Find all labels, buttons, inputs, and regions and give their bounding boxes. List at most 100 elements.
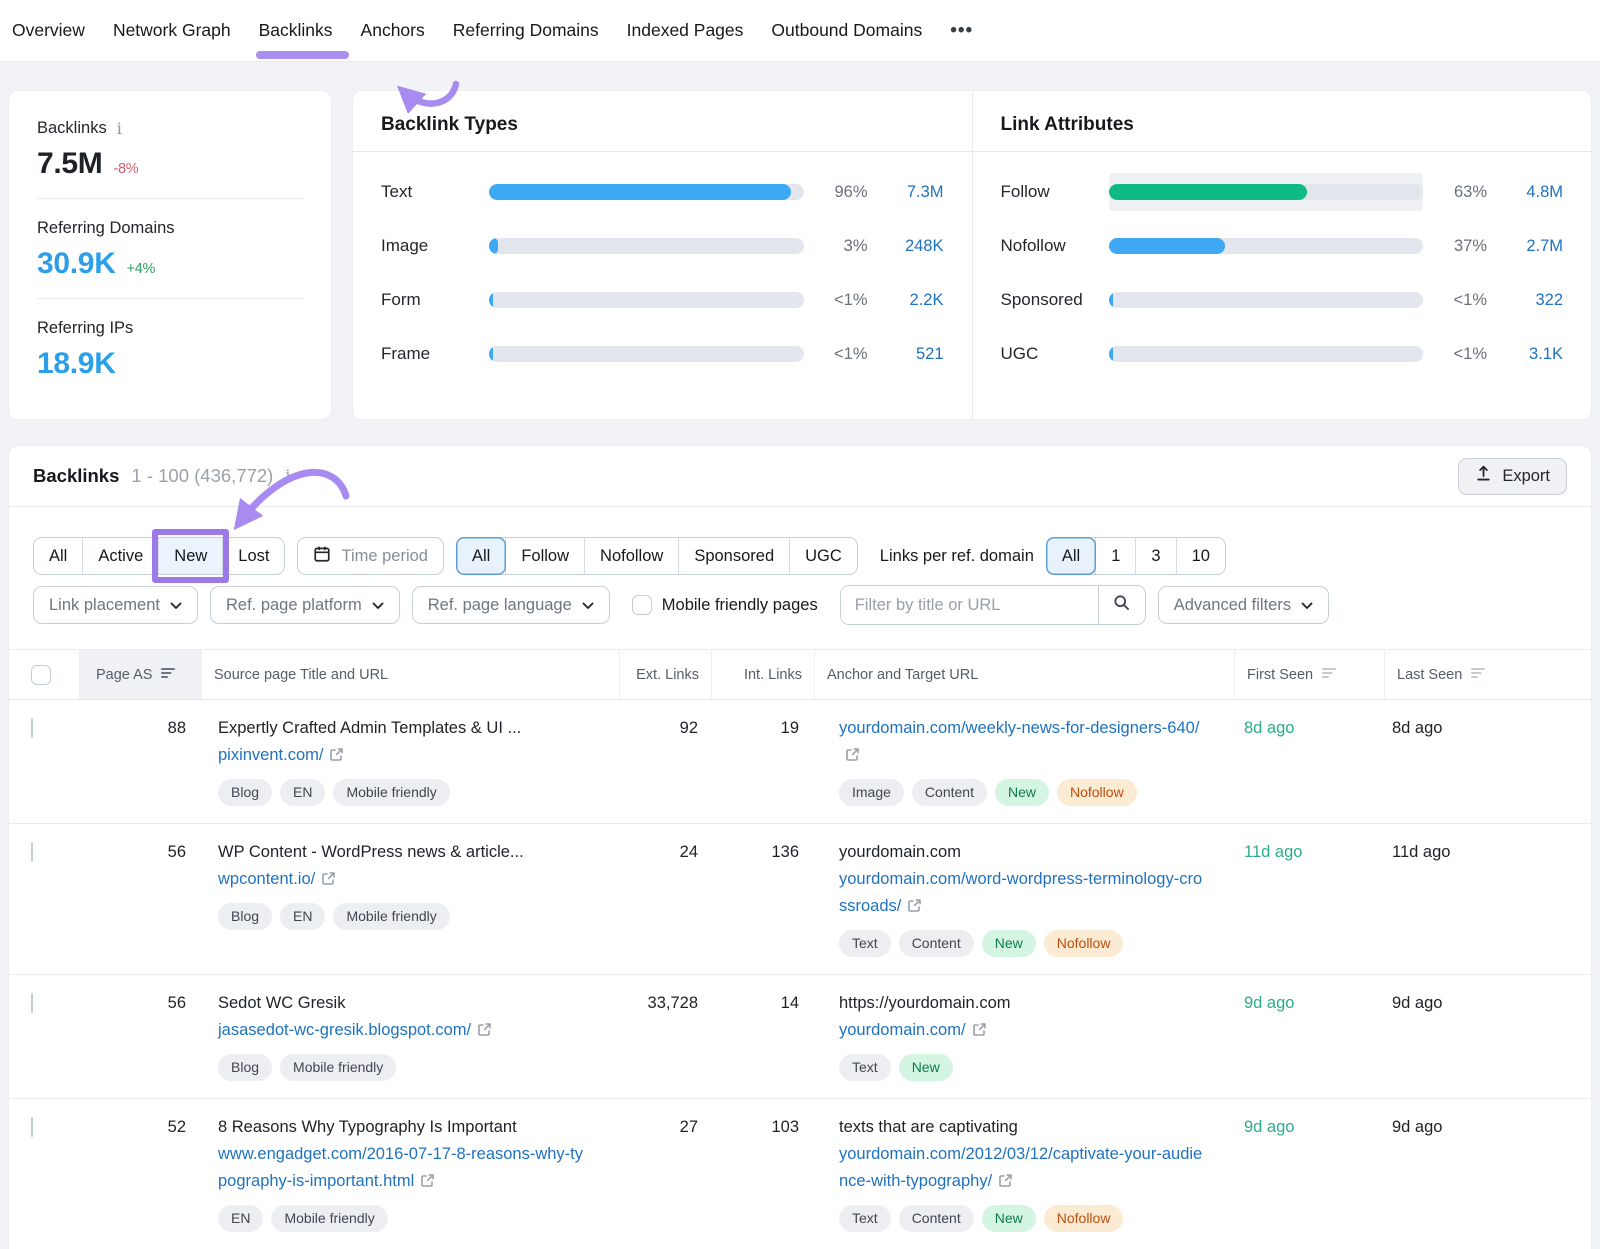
tag-nofollow: Nofollow <box>1044 1205 1124 1232</box>
filter-input[interactable] <box>841 586 1098 624</box>
bar-row-sponsored: Sponsored<1%322 <box>1001 273 1564 327</box>
filter-follow-sponsored[interactable]: Sponsored <box>678 538 789 574</box>
nav-tab-overview[interactable]: Overview <box>12 20 85 41</box>
sort-icon[interactable] <box>161 667 175 683</box>
url-line: yourdomain.com/2012/03/12/captivate-your… <box>839 1141 1210 1197</box>
external-link-icon[interactable] <box>477 1019 492 1046</box>
nav-tab-indexed-pages[interactable]: Indexed Pages <box>627 20 744 41</box>
external-link-icon[interactable] <box>845 744 860 771</box>
column-header-label: Page AS <box>96 667 152 683</box>
sort-icon[interactable] <box>1471 667 1485 683</box>
filter-status-all[interactable]: All <box>34 538 82 574</box>
filter-status-new[interactable]: New <box>158 538 222 574</box>
select-all-checkbox[interactable] <box>31 665 51 685</box>
filter-follow-ugc[interactable]: UGC <box>789 538 857 574</box>
bar-value-link[interactable]: 521 <box>868 345 944 364</box>
bar-track-bg <box>489 184 804 200</box>
external-link-icon[interactable] <box>972 1019 987 1046</box>
mobile-friendly-checkbox[interactable] <box>632 595 652 615</box>
row-checkbox[interactable] <box>31 842 33 862</box>
filter-links-per-domain-all[interactable]: All <box>1046 537 1096 575</box>
nav-tab-anchors[interactable]: Anchors <box>361 20 425 41</box>
search-icon <box>1113 594 1130 616</box>
nav-tab-network-graph[interactable]: Network Graph <box>113 20 231 41</box>
external-link-icon[interactable] <box>998 1170 1013 1197</box>
bar-percent: <1% <box>804 291 868 310</box>
bar-fill <box>489 184 791 200</box>
source-url-link[interactable]: jasasedot-wc-gresik.blogspot.com/ <box>218 1021 492 1039</box>
table-row: 56Sedot WC Gresikjasasedot-wc-gresik.blo… <box>9 974 1591 1098</box>
stat-label: Referring Domains <box>37 219 303 238</box>
dropdown-label: Link placement <box>49 596 160 615</box>
time-period-label: Time period <box>341 547 428 566</box>
filter-links-per-domain-3[interactable]: 3 <box>1135 538 1175 574</box>
bar-value-link[interactable]: 3.1K <box>1487 345 1563 364</box>
external-link-icon[interactable] <box>329 744 344 771</box>
nav-tab-backlinks[interactable]: Backlinks <box>259 20 333 41</box>
info-icon[interactable]: i <box>117 121 122 137</box>
target-url-link[interactable]: yourdomain.com/word-wordpress-terminolog… <box>839 870 1202 915</box>
export-button[interactable]: Export <box>1458 458 1567 495</box>
dropdown-ref-page-platform[interactable]: Ref. page platform <box>210 586 400 624</box>
nav-tab-referring-domains[interactable]: Referring Domains <box>453 20 599 41</box>
filter-status-active[interactable]: Active <box>82 538 158 574</box>
external-link-icon[interactable] <box>907 895 922 922</box>
source-url-link[interactable]: pixinvent.com/ <box>218 746 344 764</box>
ext-links-cell: 24 <box>619 824 711 974</box>
target-url-link[interactable]: yourdomain.com/2012/03/12/captivate-your… <box>839 1145 1202 1190</box>
link-tags: ImageContentNewNofollow <box>839 779 1210 806</box>
filter-links-per-domain-10[interactable]: 10 <box>1176 538 1225 574</box>
link-attributes-panel: Link Attributes Follow63%4.8MNofollow37%… <box>972 91 1592 419</box>
stat-delta: -8% <box>114 161 139 177</box>
stat-value-number: 18.9K <box>37 347 116 381</box>
page-tabs-list: Overview Network Graph Backlinks Anchors Ref… <box>12 20 922 41</box>
bar-fill <box>489 238 498 254</box>
stat-backlinks: Backlinksi7.5M-8% <box>37 99 303 198</box>
filter-links-per-domain-1[interactable]: 1 <box>1095 538 1135 574</box>
distribution-panels: Backlink Types Text96%7.3MImage3%248KFor… <box>352 90 1592 420</box>
tag-blog: Blog <box>218 1054 272 1081</box>
filter-follow-nofollow[interactable]: Nofollow <box>584 538 678 574</box>
time-period-button[interactable]: Time period <box>297 537 444 575</box>
bar-track-bg <box>1109 184 1424 200</box>
page-as-cell: 88 <box>79 700 201 823</box>
summary-card: Backlinksi7.5M-8%Referring Domains30.9K+… <box>8 90 332 420</box>
info-icon[interactable]: i <box>285 468 290 484</box>
dropdown-ref-page-language[interactable]: Ref. page language <box>412 586 610 624</box>
external-link-icon[interactable] <box>321 868 336 895</box>
backlink-analytics-page: Overview Network Graph Backlinks Anchors Ref… <box>0 0 1600 1249</box>
row-select-cell <box>9 1099 79 1249</box>
url-line: pixinvent.com/ <box>218 742 591 771</box>
row-checkbox[interactable] <box>31 718 33 738</box>
dropdown-link-placement[interactable]: Link placement <box>33 586 198 624</box>
export-label: Export <box>1502 467 1550 486</box>
advanced-filters-label: Advanced filters <box>1174 596 1291 615</box>
filter-follow-follow[interactable]: Follow <box>505 538 584 574</box>
source-url-link[interactable]: wpcontent.io/ <box>218 870 336 888</box>
bar-label: Nofollow <box>1001 236 1109 256</box>
filter-status-lost[interactable]: Lost <box>222 538 284 574</box>
bar-percent: 3% <box>804 237 868 256</box>
more-tabs-button[interactable]: ••• <box>950 20 973 42</box>
bar-value-link[interactable]: 2.2K <box>868 291 944 310</box>
bar-value-link[interactable]: 7.3M <box>868 183 944 202</box>
search-button[interactable] <box>1098 586 1145 624</box>
external-link-icon[interactable] <box>420 1170 435 1197</box>
bar-value-link[interactable]: 2.7M <box>1487 237 1563 256</box>
bar-fill <box>1109 184 1307 200</box>
target-url-link[interactable]: yourdomain.com/ <box>839 1021 987 1039</box>
bar-value-link[interactable]: 322 <box>1487 291 1563 310</box>
target-url-link[interactable]: yourdomain.com/weekly-news-for-designers… <box>839 719 1199 764</box>
sort-icon[interactable] <box>1322 667 1336 683</box>
nav-tab-outbound-domains[interactable]: Outbound Domains <box>771 20 922 41</box>
source-url-link[interactable]: www.engadget.com/2016-07-17-8-reasons-wh… <box>218 1145 583 1190</box>
bar-value-link[interactable]: 4.8M <box>1487 183 1563 202</box>
row-checkbox[interactable] <box>31 993 33 1013</box>
table-body: 88Expertly Crafted Admin Templates & UI … <box>9 700 1591 1249</box>
advanced-filters-button[interactable]: Advanced filters <box>1158 586 1329 624</box>
bar-value-link[interactable]: 248K <box>868 237 944 256</box>
select-all-checkbox-cell <box>9 650 79 699</box>
filter-follow-all[interactable]: All <box>456 537 506 575</box>
row-checkbox[interactable] <box>31 1117 33 1137</box>
backlink-types-header: Backlink Types <box>353 91 972 152</box>
